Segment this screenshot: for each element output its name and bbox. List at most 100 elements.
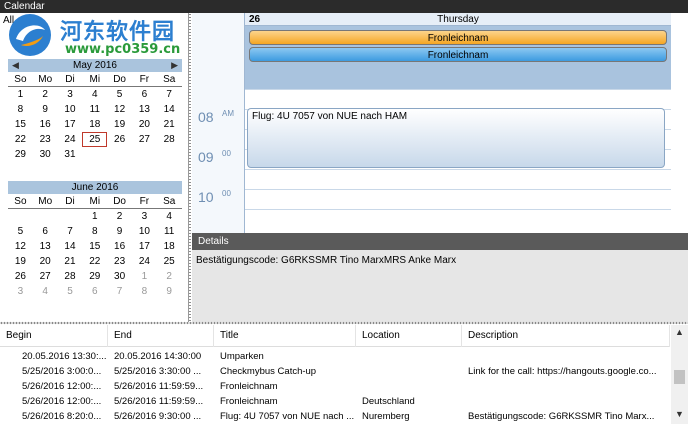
calendar-day[interactable]: 15 [8, 117, 33, 132]
calendar-day[interactable]: 29 [82, 269, 107, 284]
calendar-day[interactable]: 8 [82, 224, 107, 239]
scroll-up-icon[interactable]: ▲ [671, 327, 688, 341]
calendar-day[interactable]: 30 [33, 147, 58, 162]
calendar-day[interactable]: 13 [132, 102, 157, 117]
table-row[interactable]: 5/26/2016 12:00:... 5/26/2016 11:59:59...… [0, 394, 670, 409]
calendar-day[interactable]: 1 [132, 269, 157, 284]
calendar-day[interactable]: 27 [33, 269, 58, 284]
calendar-day[interactable]: 1 [8, 87, 33, 102]
calendar-day[interactable]: 11 [82, 102, 107, 117]
calendar-day[interactable]: 2 [107, 209, 132, 224]
calendar-day[interactable]: 20 [33, 254, 58, 269]
calendar-day[interactable]: 22 [82, 254, 107, 269]
calendar-day[interactable]: 11 [157, 224, 182, 239]
allday-event[interactable]: Fronleichnam [249, 30, 667, 45]
list-scrollbar[interactable]: ▲ ▼ [671, 325, 688, 424]
calendar-day[interactable]: 12 [8, 239, 33, 254]
calendar-day[interactable]: 16 [33, 117, 58, 132]
table-row[interactable]: 5/25/2016 3:00:0... 5/25/2016 3:30:00 ...… [0, 364, 670, 379]
weekday-header: Mi [82, 72, 108, 87]
calendar-day[interactable]: 30 [107, 269, 132, 284]
calendar-day[interactable]: 22 [8, 132, 33, 147]
column-header-end[interactable]: End [108, 325, 214, 347]
calendar-day[interactable]: 16 [107, 239, 132, 254]
allday-area[interactable]: Fronleichnam Fronleichnam [245, 26, 671, 89]
calendar-day[interactable]: 9 [33, 102, 58, 117]
calendar-day[interactable]: 3 [58, 87, 83, 102]
calendar-day[interactable]: 19 [8, 254, 33, 269]
calendar-day[interactable]: 26 [8, 269, 33, 284]
calendar-day[interactable]: 2 [157, 269, 182, 284]
calendar-day[interactable]: 14 [58, 239, 83, 254]
calendar-day[interactable]: 20 [132, 117, 157, 132]
calendar-day [157, 147, 182, 162]
calendar-day[interactable]: 3 [132, 209, 157, 224]
calendar-day[interactable]: 10 [58, 102, 83, 117]
calendar-day[interactable]: 2 [33, 87, 58, 102]
table-cell: Umparken [220, 351, 264, 362]
calendar-day[interactable]: 17 [132, 239, 157, 254]
prev-month-icon[interactable]: ◀ [12, 59, 19, 72]
calendar-day[interactable]: 7 [58, 224, 83, 239]
calendar-grid: So Mo Di Mi Do Fr Sa 1 2 3 4 5 6 7 8 9 10 11 12 13 14 15 16 17 1… [8, 72, 182, 162]
calendar-day[interactable]: 12 [107, 102, 132, 117]
calendar-day[interactable]: 17 [58, 117, 83, 132]
calendar-day[interactable]: 5 [58, 284, 83, 299]
table-cell: 20.05.2016 13:30:... [22, 351, 107, 362]
calendar-day[interactable]: 24 [58, 132, 83, 147]
next-month-icon[interactable]: ▶ [171, 59, 178, 72]
calendar-day[interactable]: 24 [132, 254, 157, 269]
table-row[interactable]: 20.05.2016 13:30:... 20.05.2016 14:30:00 U… [0, 349, 670, 364]
calendar-day[interactable]: 21 [157, 117, 182, 132]
calendar-day[interactable]: 25 [82, 132, 108, 147]
calendar-day[interactable]: 5 [107, 87, 132, 102]
scroll-down-icon[interactable]: ▼ [671, 409, 688, 423]
calendar-day[interactable]: 21 [58, 254, 83, 269]
column-header-location[interactable]: Location [356, 325, 462, 347]
table-cell: 20.05.2016 14:30:00 [114, 351, 202, 362]
calendar-day[interactable]: 25 [157, 254, 182, 269]
calendar-day[interactable]: 4 [33, 284, 58, 299]
calendar-day[interactable]: 10 [132, 224, 157, 239]
calendar-day[interactable]: 9 [157, 284, 182, 299]
column-header-title[interactable]: Title [214, 325, 356, 347]
calendar-day[interactable]: 13 [33, 239, 58, 254]
calendar-day[interactable]: 29 [8, 147, 33, 162]
calendar-day[interactable]: 23 [33, 132, 58, 147]
calendar-day[interactable]: 7 [107, 284, 132, 299]
table-cell: 5/25/2016 3:00:0... [22, 366, 102, 377]
calendar-day[interactable]: 15 [82, 239, 107, 254]
calendar-day[interactable]: 9 [107, 224, 132, 239]
calendar-day[interactable]: 14 [157, 102, 182, 117]
table-cell [464, 349, 670, 364]
calendar-day[interactable]: 4 [157, 209, 182, 224]
calendar-day[interactable]: 6 [33, 224, 58, 239]
calendar-day[interactable]: 6 [132, 87, 157, 102]
scroll-thumb[interactable] [674, 370, 685, 384]
calendar-day[interactable]: 3 [8, 284, 33, 299]
day-header[interactable]: 26 Thursday [245, 13, 671, 26]
calendar-day[interactable]: 28 [157, 132, 182, 147]
calendar-day[interactable]: 4 [82, 87, 107, 102]
table-row[interactable]: 5/26/2016 12:00:... 5/26/2016 11:59:59...… [0, 379, 670, 394]
calendar-day[interactable]: 23 [107, 254, 132, 269]
calendar-day[interactable]: 18 [157, 239, 182, 254]
calendar-day[interactable]: 8 [132, 284, 157, 299]
calendar-day[interactable]: 1 [82, 209, 107, 224]
dayview-scrollbar[interactable] [671, 13, 688, 233]
calendar-day[interactable]: 18 [82, 117, 107, 132]
calendar-day[interactable]: 28 [58, 269, 83, 284]
calendar-day[interactable]: 26 [107, 132, 132, 147]
calendar-day[interactable]: 19 [107, 117, 132, 132]
allday-event[interactable]: Fronleichnam [249, 47, 667, 62]
table-row[interactable]: 5/26/2016 8:20:0... 5/26/2016 9:30:00 ...… [0, 409, 670, 424]
calendar-day[interactable]: 31 [58, 147, 83, 162]
calendar-day[interactable]: 6 [82, 284, 107, 299]
calendar-day[interactable]: 5 [8, 224, 33, 239]
calendar-day[interactable]: 27 [132, 132, 157, 147]
column-header-begin[interactable]: Begin [0, 325, 108, 347]
calendar-day[interactable]: 7 [157, 87, 182, 102]
calendar-day[interactable]: 8 [8, 102, 33, 117]
timed-event[interactable]: Flug: 4U 7057 von NUE nach HAM [247, 108, 665, 168]
column-header-description[interactable]: Description [462, 325, 670, 347]
